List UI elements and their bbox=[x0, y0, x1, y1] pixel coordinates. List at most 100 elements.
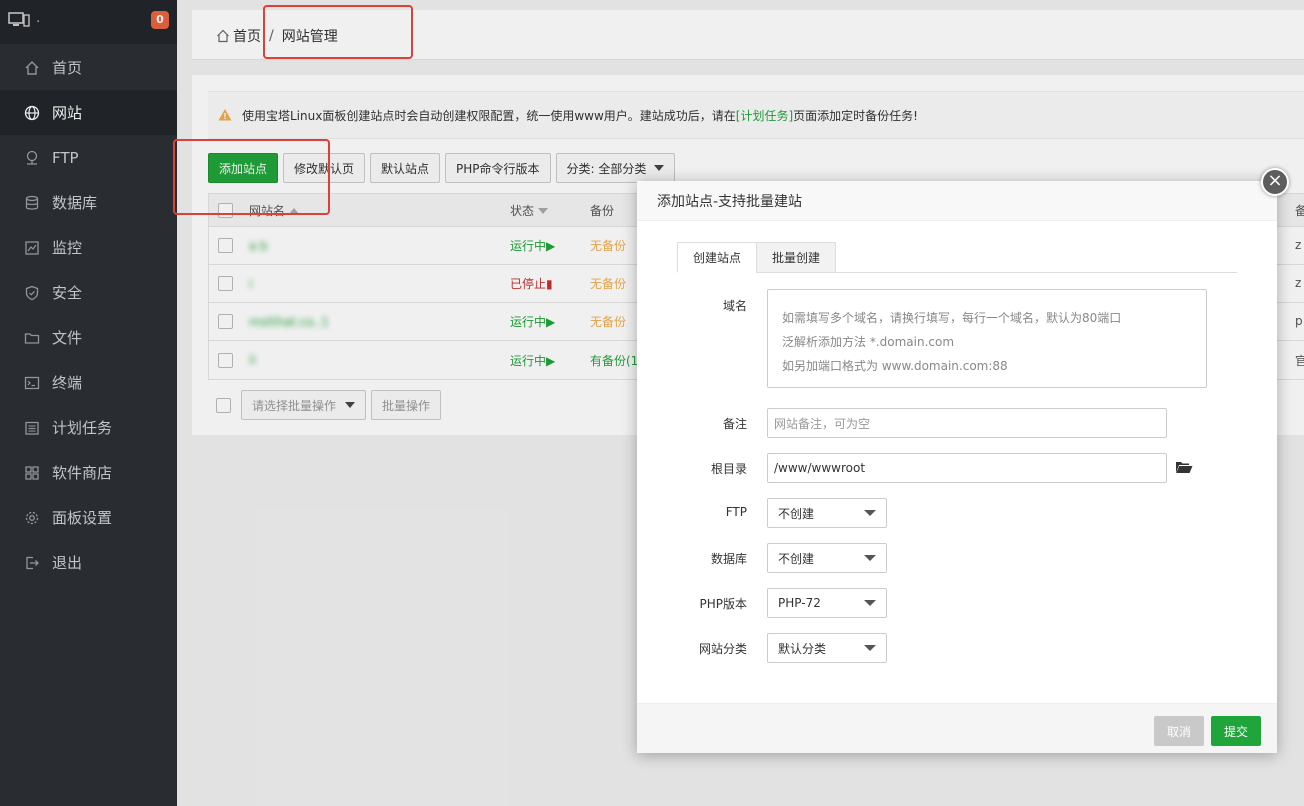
chevron-down-icon bbox=[864, 645, 876, 651]
status-toggle[interactable]: 运行中▶ bbox=[510, 352, 555, 369]
root-dir-input[interactable]: /www/wwwroot bbox=[767, 453, 1167, 483]
database-select-value: 不创建 bbox=[778, 551, 815, 566]
gear-icon bbox=[24, 510, 40, 526]
sidebar-item-security[interactable]: 安全 bbox=[0, 270, 177, 315]
sidebar: . 0 首页 网站 FTP 数据库 监控 安全 文件 终端 计划任务 软件商店 bbox=[0, 0, 177, 806]
monitor-icon bbox=[8, 12, 30, 27]
sidebar-item-label: 安全 bbox=[52, 284, 83, 302]
php-cli-version-button[interactable]: PHP命令行版本 bbox=[445, 153, 551, 183]
database-select[interactable]: 不创建 bbox=[767, 543, 887, 573]
ftp-select-value: 不创建 bbox=[778, 506, 815, 521]
sidebar-item-label: FTP bbox=[52, 148, 79, 167]
site-category-value: 默认分类 bbox=[778, 641, 827, 656]
breadcrumb-home[interactable]: 首页 bbox=[233, 26, 261, 46]
cron-link[interactable]: [计划任务] bbox=[736, 107, 793, 124]
status-toggle[interactable]: 运行中▶ bbox=[510, 313, 555, 330]
domain-hint-2: 泛解析添加方法 *.domain.com bbox=[782, 335, 955, 349]
server-name: . bbox=[36, 10, 41, 26]
default-site-button[interactable]: 默认站点 bbox=[370, 153, 441, 183]
chevron-down-icon bbox=[654, 165, 665, 171]
sidebar-item-label: 首页 bbox=[52, 59, 83, 77]
site-name-link[interactable]: mstthat.co..1 bbox=[249, 315, 329, 329]
bulk-action-bar: 请选择批量操作 批量操作 bbox=[216, 390, 442, 420]
domain-label: 域名 bbox=[722, 299, 747, 313]
backup-link[interactable]: 有备份(1) bbox=[590, 352, 643, 369]
backup-link[interactable]: 无备份 bbox=[590, 237, 626, 254]
sidebar-item-database[interactable]: 数据库 bbox=[0, 180, 177, 225]
clipped-cell-text: z bbox=[1295, 276, 1302, 290]
sidebar-item-ftp[interactable]: FTP bbox=[0, 135, 177, 180]
sidebar-item-home[interactable]: 首页 bbox=[0, 45, 177, 90]
status-toggle[interactable]: 已停止▮ bbox=[510, 275, 553, 292]
sidebar-item-cron[interactable]: 计划任务 bbox=[0, 405, 177, 450]
clipped-cell-text: 官 bbox=[1295, 354, 1304, 368]
category-select[interactable]: 分类: 全部分类 bbox=[555, 153, 676, 183]
php-version-select[interactable]: PHP-72 bbox=[767, 588, 887, 618]
category-row: 网站分类 bbox=[637, 640, 1277, 657]
chevron-down-icon bbox=[864, 510, 876, 516]
row-checkbox[interactable] bbox=[218, 238, 233, 253]
tab-create-site[interactable]: 创建站点 bbox=[677, 242, 758, 273]
category-select-label: 分类: 全部分类 bbox=[566, 161, 647, 176]
sidebar-item-websites[interactable]: 网站 bbox=[0, 90, 177, 135]
home-icon bbox=[217, 29, 229, 43]
row-checkbox[interactable] bbox=[218, 352, 233, 368]
site-name-link[interactable]: ii bbox=[249, 353, 256, 367]
submit-button[interactable]: 提交 bbox=[1211, 716, 1262, 746]
database-icon bbox=[24, 195, 40, 211]
domain-hint-1: 如需填写多个域名，请换行填写，每行一个域名，默认为80端口 bbox=[782, 311, 1122, 325]
sidebar-header: . 0 bbox=[0, 0, 177, 44]
apps-icon bbox=[24, 465, 40, 481]
bulk-action-select[interactable]: 请选择批量操作 bbox=[241, 390, 366, 420]
sidebar-item-files[interactable]: 文件 bbox=[0, 315, 177, 360]
bulk-action-button[interactable]: 批量操作 bbox=[371, 390, 442, 420]
site-category-select[interactable]: 默认分类 bbox=[767, 633, 887, 663]
clipped-cell-text: z bbox=[1295, 238, 1302, 252]
folder-icon bbox=[24, 330, 40, 346]
highlight-box-add-site bbox=[173, 139, 330, 215]
sidebar-item-label: 终端 bbox=[52, 374, 83, 392]
cancel-button[interactable]: 取消 bbox=[1154, 716, 1205, 746]
remark-input[interactable]: 网站备注，可为空 bbox=[767, 408, 1167, 438]
tab-batch-create[interactable]: 批量创建 bbox=[756, 242, 837, 273]
header-status[interactable]: 状态 bbox=[510, 202, 549, 219]
category-label: 网站分类 bbox=[698, 642, 747, 656]
sidebar-item-terminal[interactable]: 终端 bbox=[0, 360, 177, 405]
terminal-icon bbox=[24, 375, 40, 391]
db-label: 数据库 bbox=[710, 552, 747, 566]
sidebar-item-monitor[interactable]: 监控 bbox=[0, 225, 177, 270]
site-name-link[interactable]: i bbox=[249, 277, 252, 291]
site-name-link[interactable]: a b bbox=[249, 239, 268, 253]
status-toggle[interactable]: 运行中▶ bbox=[510, 237, 555, 254]
notice-text-end: 页面添加定时备份任务! bbox=[793, 108, 918, 123]
sidebar-item-settings[interactable]: 面板设置 bbox=[0, 495, 177, 540]
close-icon[interactable]: × bbox=[1261, 168, 1289, 196]
sidebar-item-logout[interactable]: 退出 bbox=[0, 540, 177, 585]
bulk-action-placeholder: 请选择批量操作 bbox=[252, 398, 337, 413]
sidebar-item-label: 计划任务 bbox=[52, 419, 113, 437]
dialog-title: 添加站点-支持批量建站 bbox=[637, 181, 1277, 221]
chevron-down-icon bbox=[864, 600, 876, 606]
folder-open-icon[interactable] bbox=[1175, 460, 1193, 474]
info-notice: 使用宝塔Linux面板创建站点时会自动创建权限配置，统一使用www用户。建站成功… bbox=[208, 91, 1304, 139]
row-checkbox[interactable] bbox=[218, 314, 233, 329]
shield-icon bbox=[24, 285, 40, 301]
bulk-select-checkbox[interactable] bbox=[216, 397, 231, 413]
notification-badge[interactable]: 0 bbox=[151, 11, 169, 29]
backup-link[interactable]: 无备份 bbox=[590, 313, 626, 330]
sidebar-item-label: 软件商店 bbox=[52, 464, 113, 482]
sidebar-item-label: 文件 bbox=[52, 329, 83, 347]
monitor-chart-icon bbox=[24, 240, 40, 256]
sidebar-item-app-store[interactable]: 软件商店 bbox=[0, 450, 177, 495]
sidebar-item-label: 数据库 bbox=[52, 194, 98, 212]
sidebar-item-label: 面板设置 bbox=[52, 509, 113, 527]
dialog-footer: 取消 提交 bbox=[637, 703, 1277, 753]
row-checkbox[interactable] bbox=[218, 276, 233, 291]
domain-hint-3: 如另加端口格式为 www.domain.com:88 bbox=[782, 359, 1008, 373]
domain-textarea[interactable]: 如需填写多个域名，请换行填写，每行一个域名，默认为80端口 泛解析添加方法 *.… bbox=[767, 289, 1207, 388]
ftp-select[interactable]: 不创建 bbox=[767, 498, 887, 528]
ftp-label: FTP bbox=[725, 505, 747, 519]
clipped-cell-text: p bbox=[1295, 314, 1303, 328]
backup-link[interactable]: 无备份 bbox=[590, 275, 626, 292]
home-icon bbox=[24, 60, 40, 76]
